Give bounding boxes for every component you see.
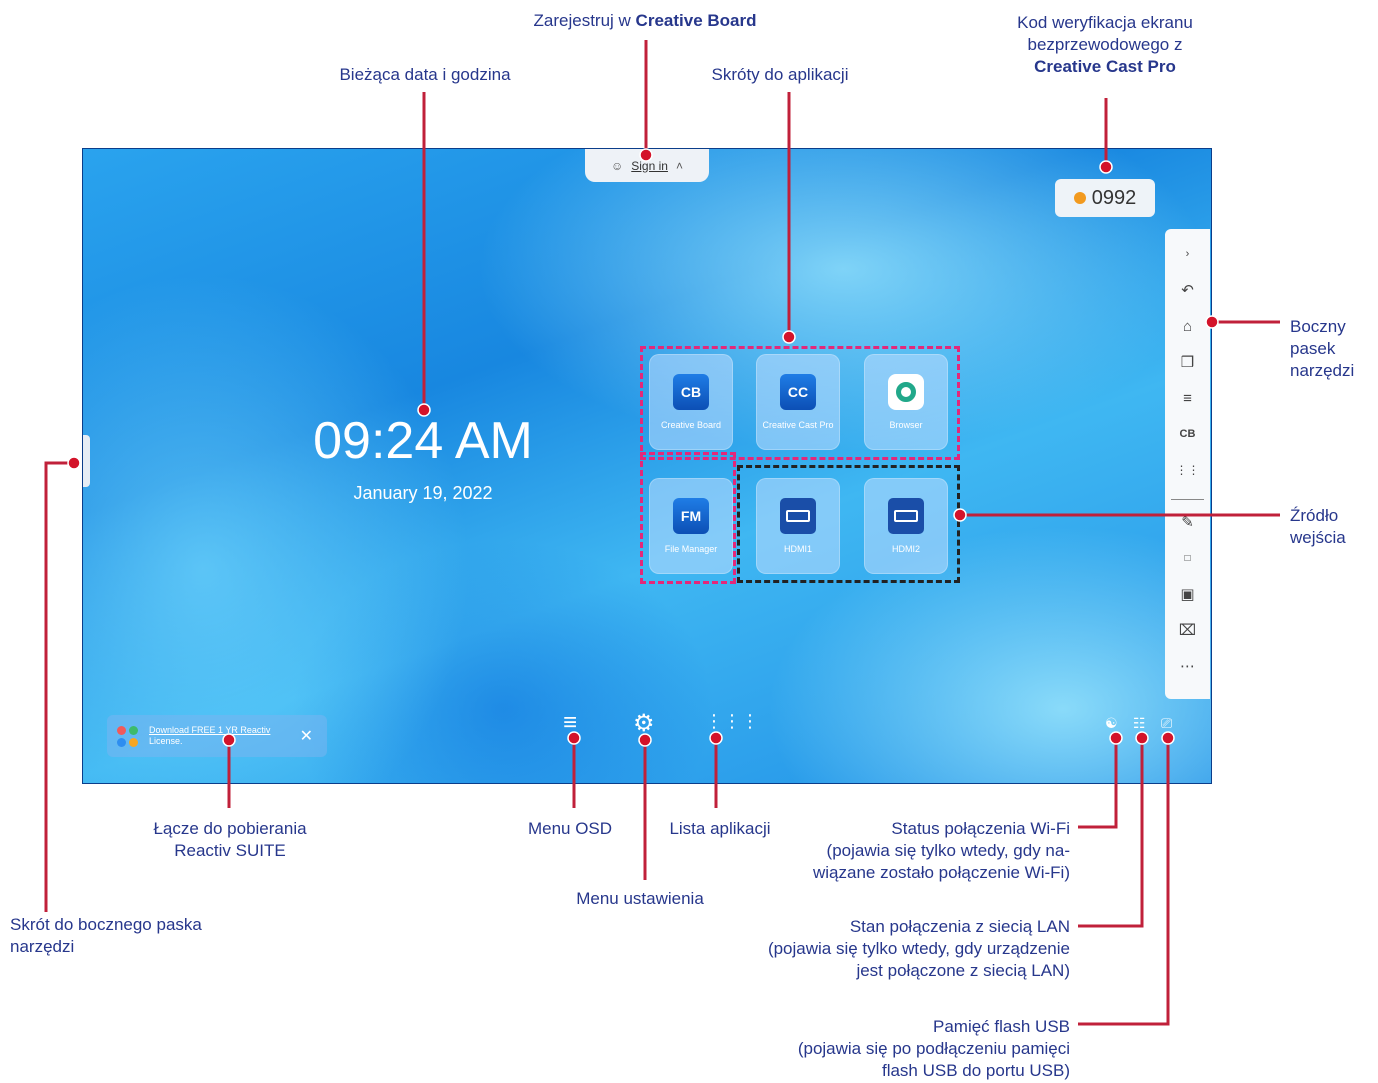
marker-verify <box>1099 160 1113 174</box>
leader-usb <box>1078 738 1170 1026</box>
marker-usb <box>1161 731 1175 745</box>
marker-osd <box>567 731 581 745</box>
leader-sidebar <box>44 461 74 912</box>
marker-toolbar <box>1205 315 1219 329</box>
marker-settings <box>638 733 652 747</box>
marker-apps <box>709 731 723 745</box>
marker-reactiv <box>222 733 236 747</box>
marker-wifi <box>1109 731 1123 745</box>
leader-wifi <box>1078 738 1118 829</box>
marker-datetime <box>417 403 431 417</box>
leader-lines <box>44 40 1280 1026</box>
marker-register <box>639 148 653 162</box>
marker-input <box>953 508 967 522</box>
marker-shortcuts <box>782 330 796 344</box>
leader-lan <box>1078 738 1144 928</box>
marker-sidebar <box>67 456 81 470</box>
marker-lan <box>1135 731 1149 745</box>
